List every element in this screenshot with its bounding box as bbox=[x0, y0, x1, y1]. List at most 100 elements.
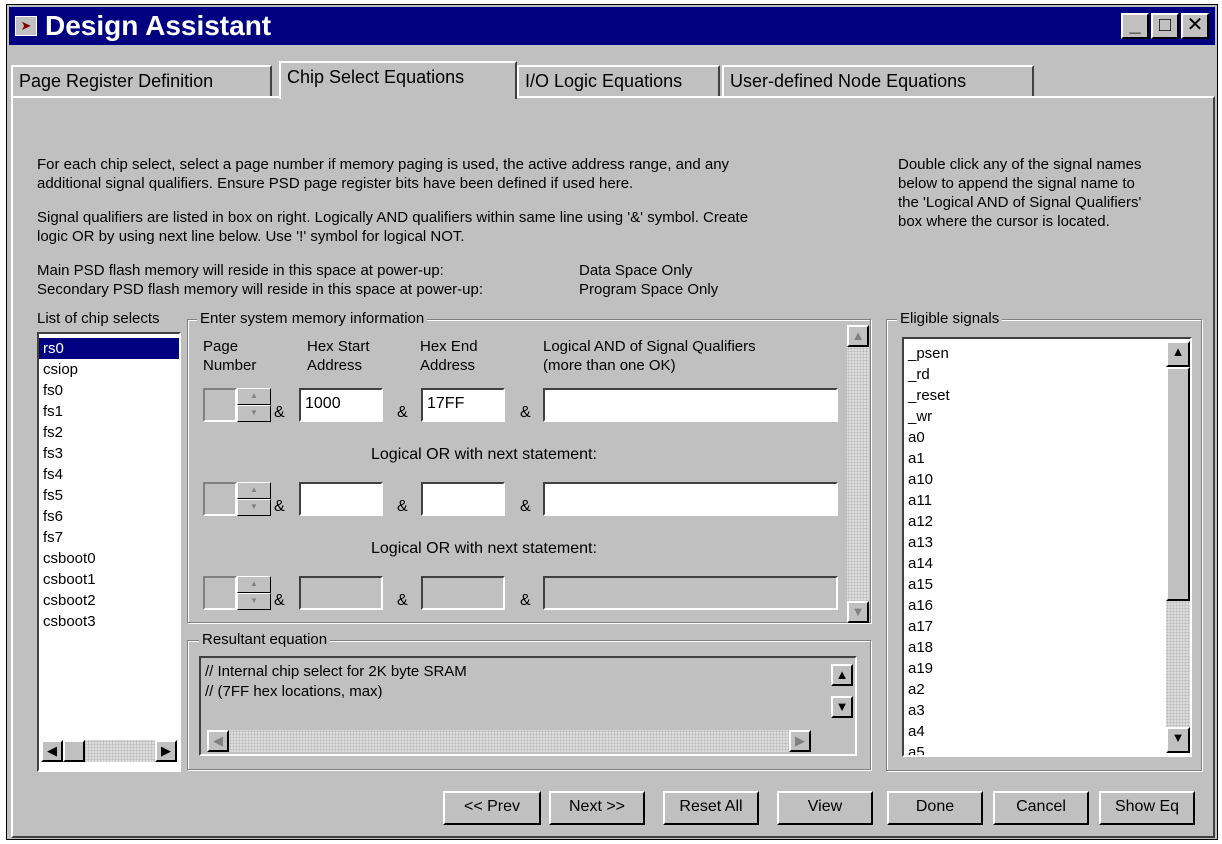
hex-end-header-line1: Hex End bbox=[420, 338, 478, 355]
chip-list-hscroll-thumb[interactable] bbox=[63, 740, 85, 762]
signal-item-11[interactable]: a15 bbox=[904, 574, 1154, 595]
signal-item-13[interactable]: a17 bbox=[904, 616, 1154, 637]
chip-list-scroll-left-button[interactable]: ◀ bbox=[41, 740, 63, 762]
qualifiers-input-row1[interactable] bbox=[543, 388, 838, 422]
signal-item-18[interactable]: a4 bbox=[904, 721, 1154, 742]
signal-item-17[interactable]: a3 bbox=[904, 700, 1154, 721]
spin-up-icon[interactable]: ▲ bbox=[237, 388, 271, 405]
chip-select-item-4[interactable]: fs2 bbox=[39, 422, 179, 443]
signal-item-4[interactable]: a0 bbox=[904, 427, 1154, 448]
chip-select-item-13[interactable]: csboot3 bbox=[39, 611, 179, 632]
prev-button[interactable]: << Prev bbox=[443, 791, 541, 825]
chip-list-scroll-right-button[interactable]: ▶ bbox=[155, 740, 177, 762]
signal-item-2[interactable]: _reset bbox=[904, 385, 1154, 406]
spin-down-icon[interactable]: ▼ bbox=[237, 405, 271, 422]
signal-item-12[interactable]: a16 bbox=[904, 595, 1154, 616]
chip-select-item-0[interactable]: rs0 bbox=[39, 338, 179, 359]
signal-item-0[interactable]: _psen bbox=[904, 343, 1154, 364]
hex-start-input-row2[interactable] bbox=[299, 482, 383, 516]
tab-user-defined-node-equations[interactable]: User-defined Node Equations bbox=[722, 65, 1034, 97]
qualifiers-input-row2[interactable] bbox=[543, 482, 838, 516]
chip-select-item-6[interactable]: fs4 bbox=[39, 464, 179, 485]
chip-select-item-9[interactable]: fs7 bbox=[39, 527, 179, 548]
spin-up-icon[interactable]: ▲ bbox=[237, 482, 271, 499]
tab-page-register-definition[interactable]: Page Register Definition bbox=[11, 65, 272, 97]
signal-item-8[interactable]: a12 bbox=[904, 511, 1154, 532]
hex-start-header-line1: Hex Start bbox=[307, 338, 370, 355]
resultant-equation-box[interactable]: // Internal chip select for 2K byte SRAM… bbox=[199, 656, 857, 756]
signal-item-6[interactable]: a10 bbox=[904, 469, 1154, 490]
amp-page-start-row3: & bbox=[274, 592, 285, 609]
spin-down-icon[interactable]: ▼ bbox=[237, 499, 271, 516]
system-memory-group-label: Enter system memory information bbox=[197, 310, 428, 327]
page-number-field-row2[interactable] bbox=[203, 482, 237, 516]
eligible-signals-list[interactable]: _psen _rd _reset _wr a0 a1 a10 a11 a12 a13 a14 a15 a… bbox=[902, 337, 1192, 757]
title-bar[interactable]: ➤ Design Assistant _ □ ✕ bbox=[9, 7, 1215, 45]
minimize-button[interactable]: _ bbox=[1121, 13, 1149, 39]
equation-scroll-left-button[interactable]: ◀ bbox=[207, 730, 229, 752]
signal-item-14[interactable]: a18 bbox=[904, 637, 1154, 658]
signal-item-7[interactable]: a11 bbox=[904, 490, 1154, 511]
equation-hscroll-track[interactable] bbox=[229, 730, 789, 752]
instructions-para1-line1: For each chip select, select a page numb… bbox=[37, 156, 730, 173]
logical-or-label-2: Logical OR with next statement: bbox=[371, 540, 597, 557]
equation-line-2: // (7FF hex locations, max) bbox=[205, 683, 383, 700]
page-number-spinner-row1[interactable]: ▲ ▼ bbox=[237, 388, 271, 422]
amp-end-qual-row2: & bbox=[520, 498, 531, 515]
hex-end-input-row2[interactable] bbox=[421, 482, 505, 516]
close-button[interactable]: ✕ bbox=[1181, 13, 1209, 39]
hex-start-input-row1[interactable]: 1000 bbox=[299, 388, 383, 422]
page-number-field-row1[interactable] bbox=[203, 388, 237, 422]
tab-chip-select-equations[interactable]: Chip Select Equations bbox=[279, 61, 517, 99]
chip-select-item-12[interactable]: csboot2 bbox=[39, 590, 179, 611]
spin-down-icon: ▼ bbox=[237, 593, 271, 610]
chip-select-item-3[interactable]: fs1 bbox=[39, 401, 179, 422]
app-icon[interactable]: ➤ bbox=[15, 16, 37, 36]
chip-select-item-10[interactable]: csboot0 bbox=[39, 548, 179, 569]
signals-scroll-down-button[interactable]: ▼ bbox=[1166, 727, 1190, 753]
hex-end-input-row1[interactable]: 17FF bbox=[421, 388, 505, 422]
tab-io-logic-equations[interactable]: I/O Logic Equations bbox=[517, 65, 720, 97]
chip-select-item-7[interactable]: fs5 bbox=[39, 485, 179, 506]
memory-scroll-track[interactable] bbox=[847, 347, 869, 601]
equation-scroll-right-button[interactable]: ▶ bbox=[789, 730, 811, 752]
chip-select-item-5[interactable]: fs3 bbox=[39, 443, 179, 464]
cancel-button[interactable]: Cancel bbox=[993, 791, 1089, 825]
chip-select-item-2[interactable]: fs0 bbox=[39, 380, 179, 401]
next-button[interactable]: Next >> bbox=[549, 791, 645, 825]
signals-scroll-thumb[interactable] bbox=[1166, 367, 1190, 601]
chip-select-item-11[interactable]: csboot1 bbox=[39, 569, 179, 590]
chip-select-item-1[interactable]: csiop bbox=[39, 359, 179, 380]
signals-scroll-up-button[interactable]: ▲ bbox=[1166, 341, 1190, 367]
signal-item-3[interactable]: _wr bbox=[904, 406, 1154, 427]
signal-item-5[interactable]: a1 bbox=[904, 448, 1154, 469]
instructions-para2-line2: logic OR by using next line below. Use '… bbox=[37, 228, 465, 245]
maximize-button[interactable]: □ bbox=[1151, 13, 1179, 39]
signals-hint-line1: Double click any of the signal names bbox=[898, 156, 1142, 173]
resultant-equation-label: Resultant equation bbox=[199, 631, 331, 648]
done-button[interactable]: Done bbox=[887, 791, 983, 825]
chip-select-item-8[interactable]: fs6 bbox=[39, 506, 179, 527]
signals-scroll-track[interactable] bbox=[1166, 601, 1190, 727]
signal-item-10[interactable]: a14 bbox=[904, 553, 1154, 574]
equation-scroll-up-button[interactable]: ▲ bbox=[831, 664, 853, 686]
reset-all-button[interactable]: Reset All bbox=[663, 791, 759, 825]
signal-item-19[interactable]: a5 bbox=[904, 742, 1154, 755]
show-eq-button[interactable]: Show Eq bbox=[1099, 791, 1195, 825]
view-button[interactable]: View bbox=[777, 791, 873, 825]
signal-item-15[interactable]: a19 bbox=[904, 658, 1154, 679]
signal-item-16[interactable]: a2 bbox=[904, 679, 1154, 700]
signal-item-9[interactable]: a13 bbox=[904, 532, 1154, 553]
page-number-header-line1: Page bbox=[203, 338, 239, 355]
memory-scroll-up-button[interactable]: ▲ bbox=[847, 325, 869, 347]
signal-item-1[interactable]: _rd bbox=[904, 364, 1154, 385]
chip-selects-label: List of chip selects bbox=[37, 310, 160, 327]
main-flash-label: Main PSD flash memory will reside in thi… bbox=[37, 262, 444, 279]
amp-end-qual-row1: & bbox=[520, 404, 531, 421]
equation-scroll-down-button[interactable]: ▼ bbox=[831, 696, 853, 718]
chip-select-list[interactable]: rs0 csiop fs0 fs1 fs2 fs3 fs4 fs5 fs6 fs7 csboot0 c… bbox=[37, 332, 181, 772]
memory-scroll-down-button[interactable]: ▼ bbox=[847, 601, 869, 623]
page-number-field-row3 bbox=[203, 576, 237, 610]
page-number-header-line2: Number bbox=[203, 357, 257, 374]
page-number-spinner-row2[interactable]: ▲ ▼ bbox=[237, 482, 271, 516]
